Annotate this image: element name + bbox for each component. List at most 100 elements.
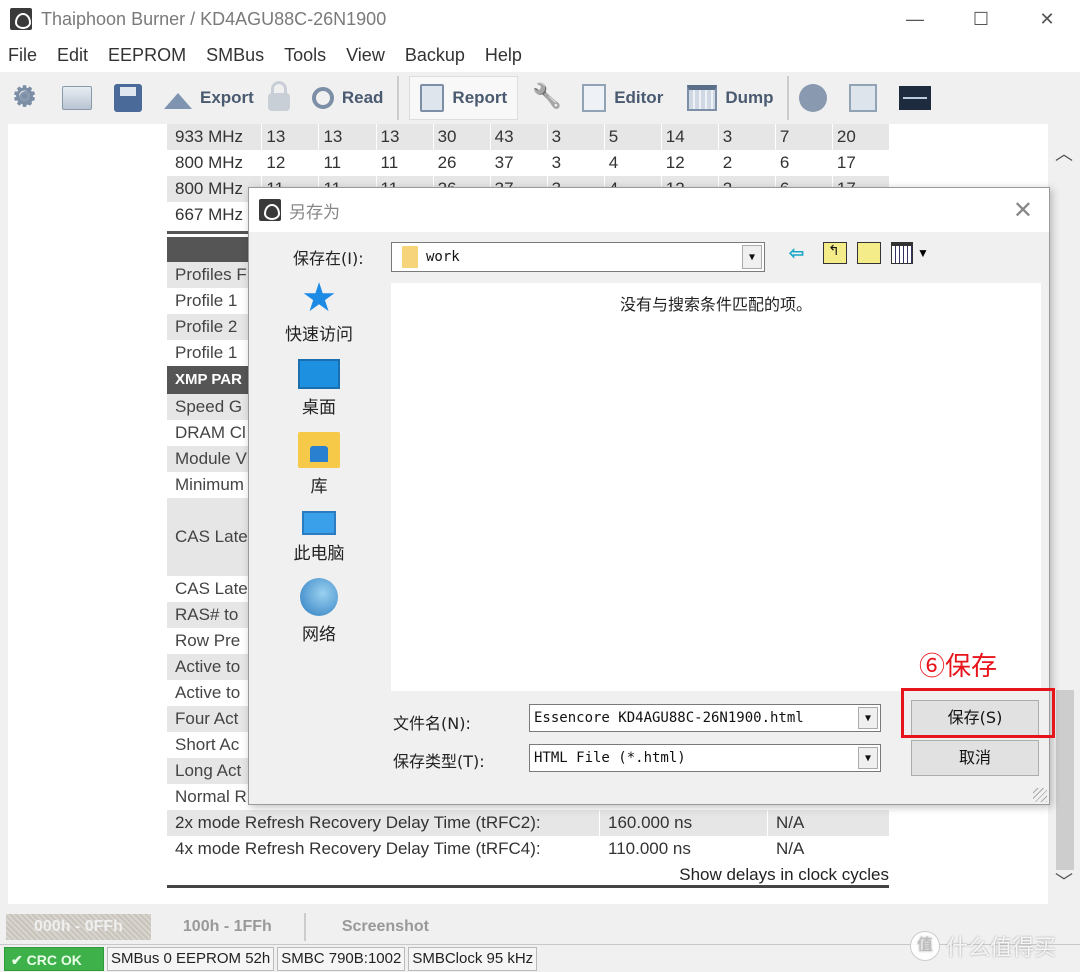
timing-value: 160.000 ns	[599, 810, 767, 836]
show-delays-link[interactable]: Show delays in clock cycles	[167, 862, 889, 888]
filename-value: Essencore KD4AGU88C-26N1900.html	[534, 710, 804, 726]
save-as-dialog: 另存为 ✕ 保存在(I): work ▼ ⇦ ▼ ★ 快速访问	[248, 187, 1055, 805]
look-in-row: 保存在(I): work ▼ ⇦ ▼	[249, 240, 1049, 274]
scroll-down-icon[interactable]: ﹀	[1048, 868, 1080, 898]
menu-help[interactable]: Help	[485, 45, 522, 66]
thaiphoon-burner-window: Thaiphoon Burner / KD4AGU88C-26N1900 — ☐…	[0, 0, 1080, 972]
timing-xmp: N/A	[767, 836, 889, 862]
back-icon[interactable]: ⇦	[789, 242, 813, 264]
menu-tools[interactable]: Tools	[284, 45, 326, 66]
dropdown-arrow-icon[interactable]: ▼	[858, 707, 878, 729]
save-toolbar-button[interactable]	[114, 76, 150, 120]
filename-label: 文件名(N):	[393, 714, 471, 733]
menu-backup[interactable]: Backup	[405, 45, 465, 66]
minimize-button[interactable]: —	[882, 0, 948, 38]
look-in-combo[interactable]: work ▼	[391, 242, 765, 272]
toolbar: Export Read Report Editor Dump	[0, 72, 1080, 124]
timing-cell: 14	[660, 124, 718, 150]
navigation-icons: ⇦ ▼	[789, 242, 929, 264]
open-button[interactable]	[62, 76, 100, 120]
timing-cell: 20	[831, 124, 889, 150]
export-button[interactable]: Export	[164, 76, 254, 120]
dump-button[interactable]: Dump	[687, 76, 773, 120]
menu-edit[interactable]: Edit	[57, 45, 88, 66]
window-title: Thaiphoon Burner / KD4AGU88C-26N1900	[41, 8, 387, 29]
timing-rows: 2x mode Refresh Recovery Delay Time (tRF…	[167, 810, 889, 862]
tools-button[interactable]	[532, 76, 568, 120]
menu-file[interactable]: File	[8, 45, 37, 66]
place-desktop[interactable]: 桌面	[249, 359, 389, 418]
close-button[interactable]: ✕	[1014, 0, 1080, 38]
timing-cell: 13	[375, 124, 433, 150]
settings-button[interactable]	[12, 76, 48, 120]
copy-icon	[849, 84, 878, 112]
timing-cell: 7	[774, 124, 832, 150]
network-icon	[300, 578, 338, 616]
dropdown-arrow-icon[interactable]: ▼	[858, 747, 878, 769]
tab-screenshot[interactable]: Screenshot	[330, 914, 441, 940]
view-menu-icon[interactable]	[891, 242, 913, 264]
frequency-row: 933 MHz 13 13 13 30 43 3 5 14 3 7 20	[167, 124, 889, 150]
cancel-button[interactable]: 取消	[911, 740, 1039, 776]
dialog-title: 另存为	[289, 202, 340, 223]
timing-cell: 5	[603, 124, 661, 150]
dialog-app-icon	[259, 199, 281, 221]
timing-cell: 26	[432, 150, 490, 176]
view-dropdown-icon[interactable]: ▼	[917, 246, 929, 260]
save-icon	[114, 84, 142, 112]
filename-input[interactable]: Essencore KD4AGU88C-26N1900.html ▼	[529, 704, 881, 732]
place-library[interactable]: 库	[249, 432, 389, 497]
timing-cell: 2	[717, 150, 775, 176]
report-button[interactable]: Report	[409, 76, 519, 120]
scroll-thumb[interactable]	[1056, 690, 1074, 870]
timing-xmp: N/A	[767, 810, 889, 836]
file-list[interactable]: 没有与搜索条件匹配的项。	[391, 283, 1041, 691]
dump-label: Dump	[725, 88, 774, 107]
menu-eeprom[interactable]: EEPROM	[108, 45, 186, 66]
menu-view[interactable]: View	[346, 45, 385, 66]
lock-button[interactable]	[267, 76, 298, 120]
menu-smbus[interactable]: SMBus	[206, 45, 264, 66]
new-folder-icon[interactable]	[857, 242, 881, 264]
timing-label: 2x mode Refresh Recovery Delay Time (tRF…	[175, 813, 541, 832]
timing-value: 110.000 ns	[599, 836, 767, 862]
timing-cell: 43	[489, 124, 547, 150]
dialog-close-icon[interactable]: ✕	[1013, 196, 1033, 225]
smbus-status: SMBus 0 EEPROM 52h	[107, 946, 275, 971]
lock-icon	[267, 81, 290, 111]
smbc-status: SMBC 790B:1002	[277, 946, 406, 971]
place-label: 此电脑	[293, 544, 345, 564]
inspect-button[interactable]	[799, 76, 835, 120]
resize-grip-icon[interactable]	[1033, 788, 1047, 802]
up-folder-icon[interactable]	[823, 242, 847, 264]
timing-cell: 30	[432, 124, 490, 150]
maximize-button[interactable]: ☐	[948, 0, 1014, 38]
timing-cell: 13	[318, 124, 375, 150]
place-label: 快速访问	[285, 325, 353, 345]
filetype-select[interactable]: HTML File (*.html) ▼	[529, 744, 881, 772]
vertical-scrollbar[interactable]: ︿ ﹀	[1048, 124, 1080, 904]
read-button[interactable]: Read	[311, 76, 383, 120]
toolbar-separator	[787, 76, 790, 120]
place-this-pc[interactable]: 此电脑	[249, 511, 389, 564]
frequency-cell: 800 MHz	[175, 153, 244, 172]
tab-100h-1ffh[interactable]: 100h - 1FFh	[171, 914, 284, 940]
editor-button[interactable]: Editor	[582, 76, 663, 120]
frequency-row: 800 MHz 12 11 11 26 37 3 4 12 2 6 17	[167, 150, 889, 176]
filetype-label: 保存类型(T):	[393, 752, 485, 771]
copy-button[interactable]	[849, 76, 885, 120]
report-label: Report	[452, 88, 508, 107]
look-in-label: 保存在(I):	[293, 249, 364, 268]
timing-cell: 11	[318, 150, 375, 176]
waveform-button[interactable]	[899, 76, 939, 120]
scroll-up-icon[interactable]: ︿	[1048, 140, 1080, 170]
desktop-icon	[298, 359, 340, 389]
place-network[interactable]: 网络	[249, 578, 389, 645]
dropdown-arrow-icon[interactable]: ▼	[742, 245, 762, 269]
smbclock-status: SMBClock 95 kHz	[408, 946, 538, 971]
timing-cell: 11	[375, 150, 433, 176]
tab-000h-0ffh[interactable]: 000h - 0FFh	[6, 914, 151, 940]
place-quick-access[interactable]: ★ 快速访问	[249, 278, 389, 345]
tab-separator	[303, 913, 306, 941]
timing-cell: 4	[603, 150, 661, 176]
